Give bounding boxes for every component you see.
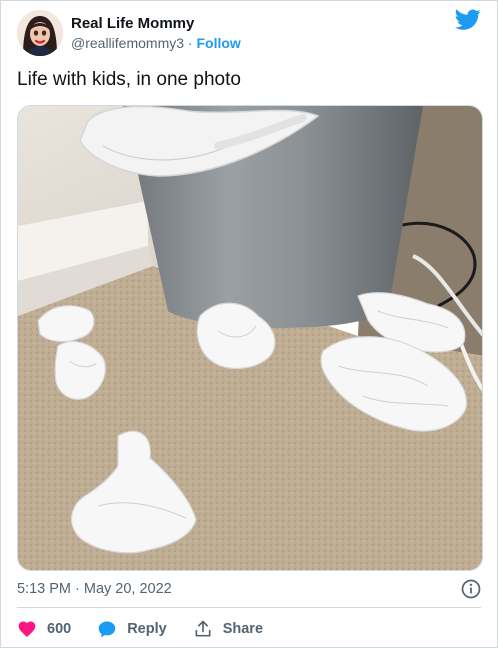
- tweet-text: Life with kids, in one photo: [17, 69, 241, 90]
- timestamp[interactable]: 5:13 PM · May 20, 2022: [17, 581, 172, 597]
- reply-icon: [98, 621, 116, 638]
- heart-icon: [18, 621, 36, 637]
- reply-label: Reply: [127, 621, 167, 637]
- avatar[interactable]: [17, 10, 63, 56]
- author-name[interactable]: Real Life Mommy: [71, 14, 241, 33]
- divider: [17, 607, 481, 608]
- tweet-card: Real Life Mommy @reallifemommy3 · Follow…: [0, 0, 498, 648]
- reply-button[interactable]: Reply: [97, 619, 167, 639]
- tweet-header: Real Life Mommy @reallifemommy3 · Follow: [17, 9, 481, 57]
- like-count: 600: [47, 621, 72, 637]
- share-button[interactable]: Share: [193, 619, 263, 639]
- tweet-meta: 5:13 PM · May 20, 2022: [17, 577, 481, 601]
- tweet-actions: 600 Reply Share: [17, 615, 289, 643]
- share-icon: [195, 620, 211, 637]
- twitter-bird-icon[interactable]: [455, 9, 481, 31]
- like-button[interactable]: 600: [17, 619, 71, 639]
- author-info: Real Life Mommy @reallifemommy3 · Follow: [71, 14, 241, 53]
- follow-button[interactable]: Follow: [196, 35, 240, 51]
- separator: ·: [187, 34, 193, 51]
- handle-row: @reallifemommy3 · Follow: [71, 34, 241, 53]
- info-icon[interactable]: [461, 579, 481, 599]
- author-handle[interactable]: @reallifemommy3: [71, 35, 184, 51]
- tweet-photo[interactable]: [17, 105, 483, 571]
- share-label: Share: [222, 621, 264, 637]
